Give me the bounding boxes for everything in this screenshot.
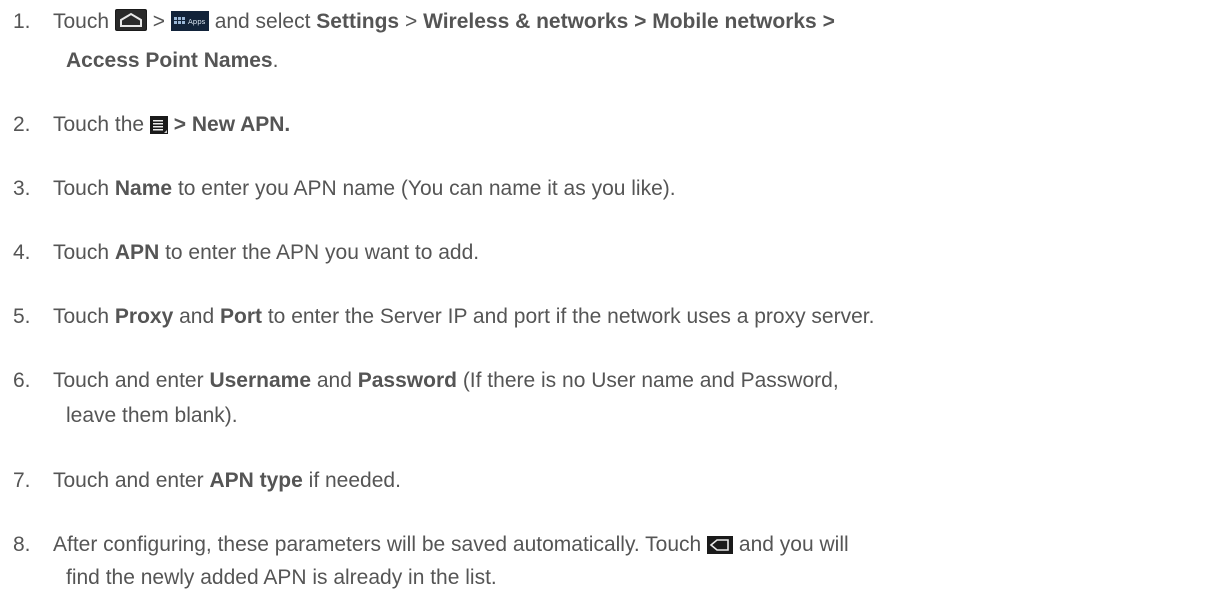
step-2: 2. Touch the > New APN.	[13, 110, 1218, 139]
menu-icon	[149, 116, 168, 134]
back-icon	[707, 536, 734, 554]
step-text: if needed.	[308, 469, 401, 492]
step-number: 5.	[13, 305, 31, 328]
step-number: 7.	[13, 469, 31, 492]
step-text: Touch and enter	[53, 469, 204, 492]
step-5: 5. Touch Proxy and Port to enter the Serv…	[13, 302, 1218, 331]
step-text: and	[179, 305, 215, 328]
step-text: and select	[214, 10, 311, 33]
step-bold: Name	[114, 177, 173, 200]
step-text: and	[316, 369, 352, 392]
step-6: 6. Touch and enter Username and Password …	[13, 366, 1218, 395]
step-bold: Username	[209, 369, 312, 392]
step-bold: Proxy	[114, 305, 174, 328]
separator: >	[152, 10, 165, 33]
home-icon	[114, 9, 147, 31]
step-4: 4. Touch APN to enter the APN you want to…	[13, 238, 1218, 267]
step-text: Touch the	[53, 113, 145, 136]
step-text: Touch	[53, 241, 110, 264]
step-3: 3. Touch Name to enter you APN name (You …	[13, 174, 1218, 203]
step-text: to enter you APN name (You can name it a…	[177, 177, 676, 200]
step-text: Touch	[53, 305, 110, 328]
step-bold: Access Point Names	[66, 49, 273, 72]
step-1-continuation: Access Point Names.	[13, 46, 1227, 75]
step-text: and you will	[738, 533, 849, 556]
step-bold: Password	[357, 369, 457, 392]
step-number: 6.	[13, 369, 31, 392]
step-6-continuation: leave them blank).	[13, 401, 1227, 430]
step-text: to enter the Server IP and port if the n…	[267, 305, 875, 328]
step-text: Touch and enter	[53, 369, 204, 392]
step-text: find the newly added APN is already in t…	[66, 566, 497, 589]
apps-icon: Apps	[170, 11, 209, 31]
step-text: Touch	[53, 10, 110, 33]
step-text: to enter the APN you want to add.	[165, 241, 480, 264]
step-number: 1.	[13, 10, 31, 33]
step-text: (If there is no User name and Password,	[462, 369, 839, 392]
step-bold: Port	[220, 305, 262, 328]
step-8-continuation: find the newly added APN is already in t…	[13, 563, 1227, 592]
step-number: 2.	[13, 113, 31, 136]
step-1: 1. Touch > Apps and select Settings > Wi…	[13, 7, 1218, 36]
step-number: 8.	[13, 533, 31, 556]
step-number: 3.	[13, 177, 31, 200]
separator: >	[404, 10, 418, 33]
step-text: After configuring, these parameters will…	[53, 533, 702, 556]
apps-icon-label: Apps	[188, 18, 206, 26]
step-bold: APN type	[209, 469, 303, 492]
step-bold: > New APN.	[173, 113, 291, 136]
step-bold: Wireless & networks > Mobile networks >	[423, 10, 835, 33]
step-8: 8. After configuring, these parameters wi…	[13, 530, 1218, 559]
step-number: 4.	[13, 241, 31, 264]
step-text: Touch	[53, 177, 110, 200]
step-text: .	[272, 49, 279, 72]
step-bold: APN	[114, 241, 160, 264]
step-text: leave them blank).	[66, 404, 238, 427]
step-7: 7. Touch and enter APN type if needed.	[13, 466, 1218, 495]
step-bold: Settings	[316, 10, 400, 33]
